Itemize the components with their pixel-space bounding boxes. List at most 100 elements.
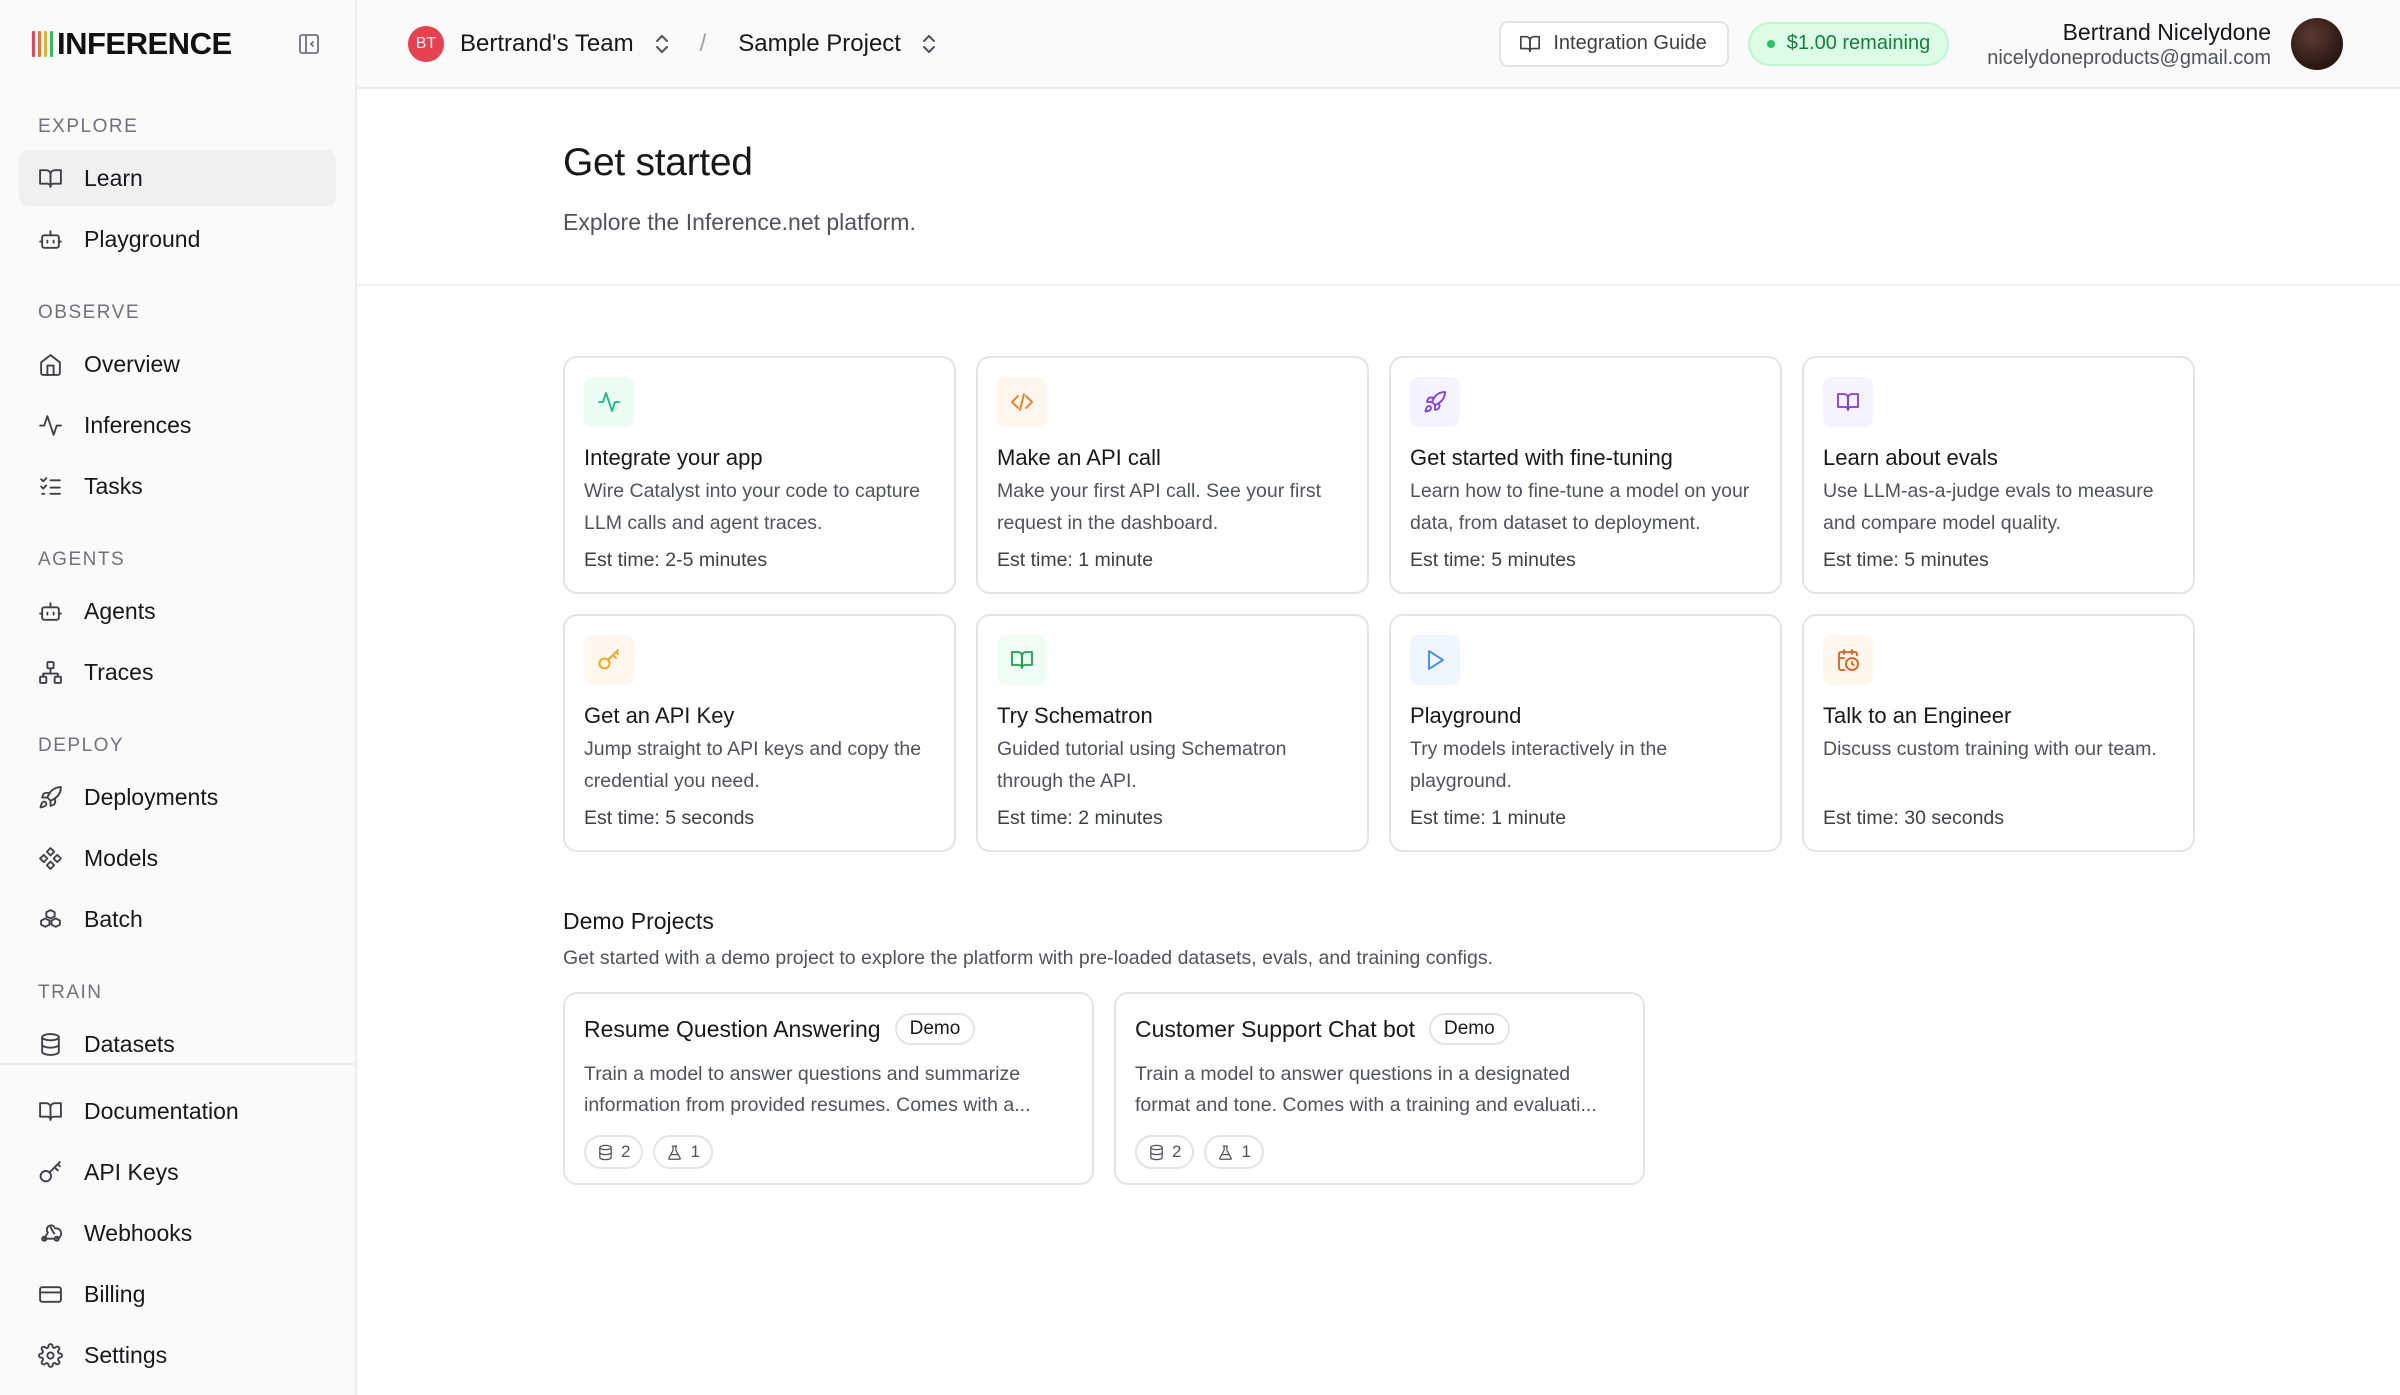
card-description: Learn how to fine-tune a model on your d… <box>1410 480 1750 534</box>
card-icon-box <box>584 635 634 685</box>
sidebar-item-playground[interactable]: Playground <box>19 211 336 267</box>
sidebar-item-label: API Keys <box>84 1158 179 1185</box>
demo-project-name: Customer Support Chat bot <box>1135 1015 1415 1042</box>
demo-desc-line: information from provided resumes. Comes… <box>584 1094 1031 1116</box>
card-est-time: Est time: 1 minute <box>997 549 1154 571</box>
page-subtitle: Explore the Inference.net platform. <box>563 209 916 235</box>
sidebar-item-label: Agents <box>84 597 156 624</box>
sidebar-item-api-keys[interactable]: API Keys <box>19 1144 336 1200</box>
section-label-deploy: DEPLOY <box>38 735 125 756</box>
card-evals[interactable]: Learn about evals Use LLM-as-a-judge eva… <box>1802 356 2195 594</box>
demo-project-description: Train a model to answer questions and su… <box>584 1059 1073 1121</box>
card-schematron[interactable]: Try Schematron Guided tutorial using Sch… <box>976 614 1369 852</box>
play-icon <box>1428 650 1444 670</box>
book-open-icon <box>1011 651 1033 669</box>
sidebar-item-traces[interactable]: Traces <box>19 644 336 700</box>
credit-label: $1.00 remaining <box>1786 32 1931 54</box>
network-icon <box>39 660 62 684</box>
brand-bar: INFERENCE <box>0 0 355 88</box>
book-open-icon <box>39 168 62 188</box>
demo-project-description: Train a model to answer questions in a d… <box>1135 1059 1624 1121</box>
section-label-train: TRAIN <box>38 982 103 1003</box>
rocket-icon <box>39 785 62 808</box>
sidebar-footer: Documentation API Keys Webhooks Billing … <box>0 1063 355 1388</box>
card-icon-box <box>997 635 1047 685</box>
user-email: nicelydoneproducts@gmail.com <box>1987 46 2271 69</box>
card-description: Discuss custom training with our team. <box>1823 738 2157 760</box>
integration-guide-label: Integration Guide <box>1553 32 1707 54</box>
database-icon <box>1150 1144 1163 1160</box>
sidebar-item-label: Datasets <box>84 1030 175 1057</box>
page-content: Integrate your app Wire Catalyst into yo… <box>357 286 2400 1185</box>
card-est-time: Est time: 5 seconds <box>584 807 755 829</box>
sidebar-item-documentation[interactable]: Documentation <box>19 1083 336 1139</box>
sidebar-item-deployments[interactable]: Deployments <box>19 769 336 825</box>
sidebar-item-learn[interactable]: Learn <box>19 150 336 206</box>
credit-badge[interactable]: $1.00 remaining <box>1747 21 1950 66</box>
card-talk-engineer[interactable]: Talk to an Engineer Discuss custom train… <box>1802 614 2195 852</box>
sidebar-item-batch[interactable]: Batch <box>19 891 336 947</box>
main-area: BT Bertrand's Team / Sample Project Inte… <box>357 0 2400 1395</box>
demo-project-card[interactable]: Resume Question Answering Demo Train a m… <box>563 992 1094 1185</box>
card-title: Get an API Key <box>584 703 735 728</box>
demo-project-name: Resume Question Answering <box>584 1015 881 1042</box>
sidebar-item-label: Settings <box>84 1341 168 1368</box>
card-icon-box <box>1410 635 1460 685</box>
chevrons-up-down-icon <box>655 34 668 53</box>
sidebar-item-label: Inferences <box>84 411 192 438</box>
card-playground[interactable]: Playground Try models interactively in t… <box>1389 614 1782 852</box>
card-api-call[interactable]: Make an API call Make your first API cal… <box>976 356 1369 594</box>
card-est-time: Est time: 1 minute <box>1410 807 1567 829</box>
sidebar-item-billing[interactable]: Billing <box>19 1266 336 1322</box>
demo-desc-line: format and tone. Comes with a training a… <box>1135 1094 1597 1116</box>
card-integrate-app[interactable]: Integrate your app Wire Catalyst into yo… <box>563 356 956 594</box>
user-name: Bertrand Nicelydone <box>2062 18 2271 45</box>
section-label-agents: AGENTS <box>38 549 126 570</box>
sidebar-item-overview[interactable]: Overview <box>19 336 336 392</box>
sidebar-item-label: Tasks <box>84 472 143 499</box>
sidebar-item-models[interactable]: Models <box>19 830 336 886</box>
database-icon <box>41 1032 60 1056</box>
demo-project-card[interactable]: Customer Support Chat bot Demo Train a m… <box>1114 992 1645 1185</box>
sidebar-item-label: Deployments <box>84 783 219 810</box>
book-open-icon <box>1520 35 1541 52</box>
card-est-time: Est time: 5 minutes <box>1823 549 1989 571</box>
activity-icon <box>39 414 62 436</box>
eval-count: 1 <box>690 1142 700 1161</box>
card-fine-tuning[interactable]: Get started with fine-tuning Learn how t… <box>1389 356 1782 594</box>
sidebar-item-webhooks[interactable]: Webhooks <box>19 1205 336 1261</box>
avatar[interactable] <box>2291 17 2343 70</box>
card-est-time: Est time: 30 seconds <box>1823 807 2005 829</box>
quickstart-cards: Integrate your app Wire Catalyst into yo… <box>563 356 2400 852</box>
status-dot <box>1766 39 1775 48</box>
sidebar-collapse-icon[interactable] <box>293 28 325 60</box>
webhook-icon <box>41 1223 63 1242</box>
card-title: Talk to an Engineer <box>1823 703 2012 728</box>
sidebar-item-agents[interactable]: Agents <box>19 583 336 639</box>
card-title: Get started with fine-tuning <box>1410 445 1673 470</box>
page-header: Get started Explore the Inference.net pl… <box>357 89 2400 286</box>
card-api-key[interactable]: Get an API Key Jump straight to API keys… <box>563 614 956 852</box>
sidebar-item-label: Learn <box>84 164 143 191</box>
book-open-icon <box>39 1101 62 1121</box>
sidebar-item-label: Batch <box>84 905 143 932</box>
page-title: Get started <box>563 141 753 184</box>
sidebar-item-inferences[interactable]: Inferences <box>19 397 336 453</box>
sidebar-item-tasks[interactable]: Tasks <box>19 458 336 514</box>
card-est-time: Est time: 5 minutes <box>1410 549 1576 571</box>
logo[interactable]: INFERENCE <box>32 26 232 62</box>
demo-stats: 2 1 <box>1135 1135 1624 1169</box>
integration-guide-button[interactable]: Integration Guide <box>1499 20 1729 67</box>
top-bar-right: Integration Guide $1.00 remaining Bertra… <box>1499 17 2343 70</box>
project-switcher[interactable]: Sample Project <box>738 30 941 58</box>
sidebar-item-label: Playground <box>84 225 201 252</box>
sidebar-nav: EXPLORE Learn Playground OBSERVE Overvie… <box>0 88 355 1072</box>
card-icon-box <box>1823 377 1873 427</box>
demo-desc-line: Train a model to answer questions in a d… <box>1135 1063 1571 1085</box>
credit-card-icon <box>39 1285 62 1303</box>
flask-icon <box>668 1144 682 1160</box>
team-switcher[interactable]: BT Bertrand's Team <box>408 25 674 62</box>
demo-card-header: Resume Question Answering Demo <box>584 1013 1073 1045</box>
demo-stats: 2 1 <box>584 1135 1073 1169</box>
sidebar-item-settings[interactable]: Settings <box>19 1327 336 1383</box>
